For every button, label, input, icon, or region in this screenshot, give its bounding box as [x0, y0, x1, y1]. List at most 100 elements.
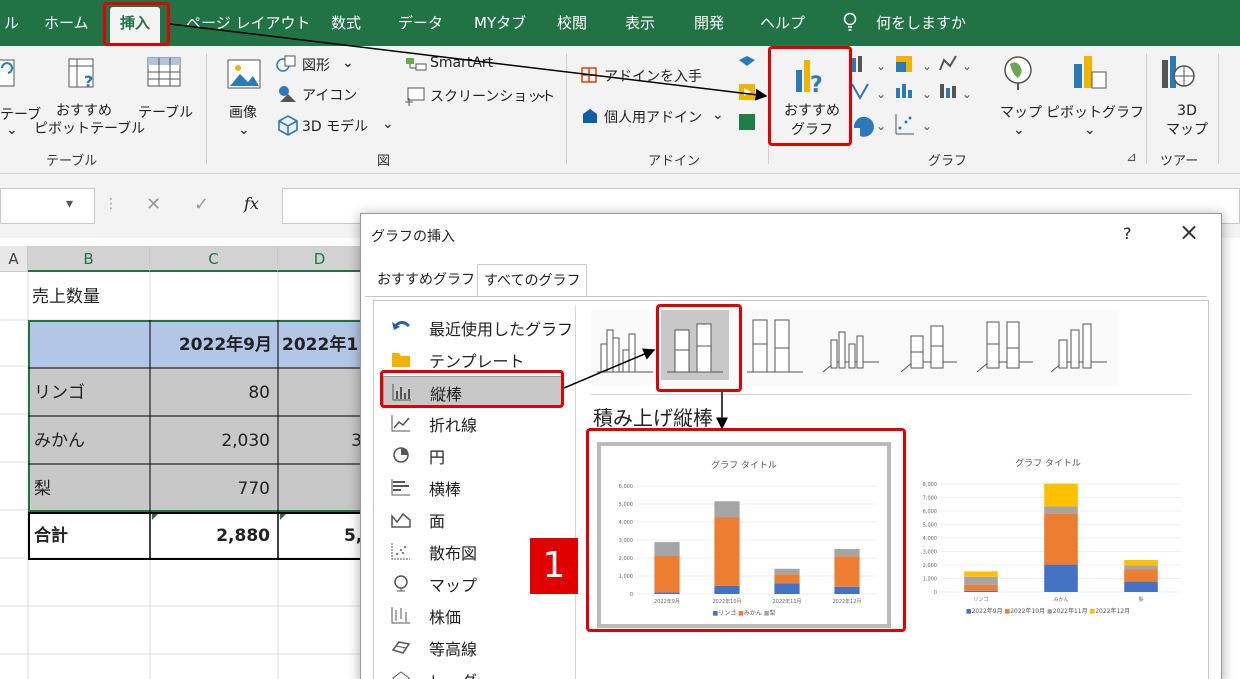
recommended-pivot-button[interactable]: おすすめ ピボットテーブル	[34, 102, 145, 138]
cell-mikan-sep[interactable]: 2,030	[152, 418, 276, 464]
tell-me-search[interactable]: 何をしますか	[876, 12, 966, 33]
subtype-3d-column[interactable]	[1045, 310, 1113, 380]
chart-preview-by-fruit[interactable]: グラフ タイトル 8,000 7,000 6,000 5,000 4,000 3,000 2…	[905, 444, 1191, 624]
3d-map-button[interactable]: 3D マップ	[1166, 102, 1208, 140]
3d-map-icon	[1162, 56, 1195, 88]
my-addins-dropdown[interactable]: ⌄	[712, 107, 724, 123]
lightbulb-icon	[843, 12, 857, 31]
charts-dialog-launcher[interactable]: ⊿	[1126, 150, 1137, 165]
pivot-table-dropdown[interactable]: ⌄	[6, 122, 18, 138]
menu-help[interactable]: ヘルプ	[760, 12, 805, 33]
menu-developer[interactable]: 開発	[694, 12, 724, 33]
tab-all-charts[interactable]: すべてのグラフ	[477, 264, 588, 296]
svg-text:⌄: ⌄	[876, 87, 886, 101]
preview-title: グラフ タイトル	[1015, 459, 1081, 469]
svg-text:+: +	[404, 95, 414, 106]
category-recent[interactable]: 最近使用したグラフ	[383, 312, 573, 342]
map-chart-button[interactable]: マップ	[1000, 102, 1042, 122]
menu-review[interactable]: 校閲	[557, 12, 587, 33]
category-divider	[575, 306, 576, 679]
undo-arrow-icon	[392, 321, 411, 330]
pivot-chart-button[interactable]: ピボットグラフ	[1046, 102, 1144, 122]
svg-text:⌄: ⌄	[962, 87, 972, 101]
menu-file-partial[interactable]: ル	[4, 12, 19, 33]
legend-item: 2022年10月	[1010, 608, 1046, 615]
menu-data[interactable]: データ	[398, 12, 443, 33]
y-tick-label: 5,000	[923, 523, 937, 529]
category-pie[interactable]: 円	[383, 440, 563, 470]
preview-chart-by-fruit: 8,000 7,000 6,000 5,000 4,000 3,000 2,000 1,000…	[923, 482, 1181, 603]
bar-segment	[1124, 581, 1158, 592]
help-button[interactable]: ?	[1123, 224, 1132, 243]
table-button[interactable]: テーブル	[138, 102, 193, 122]
category-radar[interactable]: レーダー	[383, 664, 563, 679]
column-header-c[interactable]: C	[150, 246, 278, 272]
category-line[interactable]: 折れ線	[383, 408, 563, 438]
column-header-d[interactable]: D	[278, 246, 362, 272]
shapes-icon	[276, 55, 296, 72]
subtype-divider	[591, 394, 1191, 395]
shapes-button[interactable]: 図形	[302, 55, 330, 75]
picture-button[interactable]: 画像	[229, 102, 257, 122]
3d-models-dropdown[interactable]: ⌄	[382, 116, 394, 132]
insert-function-icon[interactable]: fx	[244, 194, 259, 213]
category-surface[interactable]: 等高線	[383, 632, 563, 662]
name-box-dropdown[interactable]: ▾	[66, 196, 73, 212]
bar-segment	[1044, 483, 1078, 507]
row-label-pear[interactable]: 梨	[34, 466, 148, 512]
screenshot-dropdown[interactable]: ⌄	[536, 86, 548, 102]
pivot-chart-dropdown[interactable]: ⌄	[1084, 122, 1096, 138]
subtype-3d-clustered-column[interactable]	[817, 310, 885, 380]
category-label: 等高線	[429, 640, 478, 659]
ribbon: テーブ ⌄ ? おすすめ ピボットテーブル テーブル テーブル 画像 ⌄ 図形 …	[0, 46, 1240, 174]
column-header-b[interactable]: B	[28, 246, 150, 272]
category-area[interactable]: 面	[383, 504, 563, 534]
get-addins-button[interactable]: アドインを入手	[604, 66, 702, 86]
legend-item: 2022年12月	[1095, 608, 1131, 615]
category-label: 面	[429, 512, 446, 531]
cell-mikan-oct[interactable]: 3	[280, 418, 362, 464]
menu-view[interactable]: 表示	[625, 12, 655, 33]
menu-formulas[interactable]: 数式	[331, 12, 361, 33]
ribbon-separator	[1218, 54, 1219, 164]
confirm-entry-icon[interactable]: ✓	[194, 194, 209, 215]
shapes-dropdown[interactable]: ⌄	[342, 55, 354, 71]
cell-pear-sep[interactable]: 770	[152, 466, 276, 512]
bar-segment	[1044, 513, 1078, 565]
sheet-title-cell[interactable]: 売上数量	[32, 274, 150, 320]
subtype-clustered-column[interactable]	[591, 310, 659, 380]
header-month-sep[interactable]: 2022年9月	[152, 322, 276, 368]
cancel-entry-icon[interactable]: ✕	[146, 194, 161, 215]
total-label[interactable]: 合計	[34, 513, 148, 559]
category-stock[interactable]: 株価	[383, 600, 563, 630]
3d-models-icon	[278, 115, 298, 136]
category-label: 最近使用したグラフ	[429, 320, 574, 339]
subtype-3d-100-stacked-column[interactable]	[971, 310, 1039, 380]
row-label-apple[interactable]: リンゴ	[34, 370, 148, 416]
my-addins-button[interactable]: 個人用アドイン	[604, 107, 702, 127]
menu-home[interactable]: ホーム	[44, 12, 89, 33]
category-bar[interactable]: 横棒	[383, 472, 563, 502]
3d-models-button[interactable]: 3D モデル	[302, 116, 368, 136]
legend-item: 2022年11月	[1052, 608, 1088, 615]
name-box[interactable]	[0, 188, 95, 224]
map-chart-dropdown[interactable]: ⌄	[1013, 122, 1025, 138]
subtype-3d-stacked-column[interactable]	[895, 310, 963, 380]
menu-my-tab[interactable]: MYタブ	[474, 12, 526, 33]
total-sep[interactable]: 2,880	[152, 513, 276, 559]
picture-dropdown[interactable]: ⌄	[238, 122, 250, 138]
close-button[interactable]: ×	[1179, 218, 1199, 246]
column-header-a[interactable]: A	[0, 246, 28, 272]
icons-button[interactable]: アイコン	[302, 85, 357, 105]
category-label: 円	[429, 448, 446, 467]
cell-apple-sep[interactable]: 80	[152, 370, 276, 416]
smartart-button[interactable]: SmartArt	[430, 55, 493, 71]
menu-page-layout[interactable]: ページ レイアウト	[186, 12, 310, 33]
row-label-mikan[interactable]: みかん	[34, 418, 148, 464]
subtype-100-stacked-column[interactable]	[741, 310, 809, 380]
charts-group-label: グラフ	[928, 154, 968, 169]
tab-recommended-charts[interactable]: おすすめグラフ	[371, 264, 481, 296]
recommended-pivot-icon: ?	[68, 58, 94, 91]
bar-segment	[1124, 560, 1158, 566]
header-month-oct[interactable]: 2022年1	[282, 322, 362, 368]
